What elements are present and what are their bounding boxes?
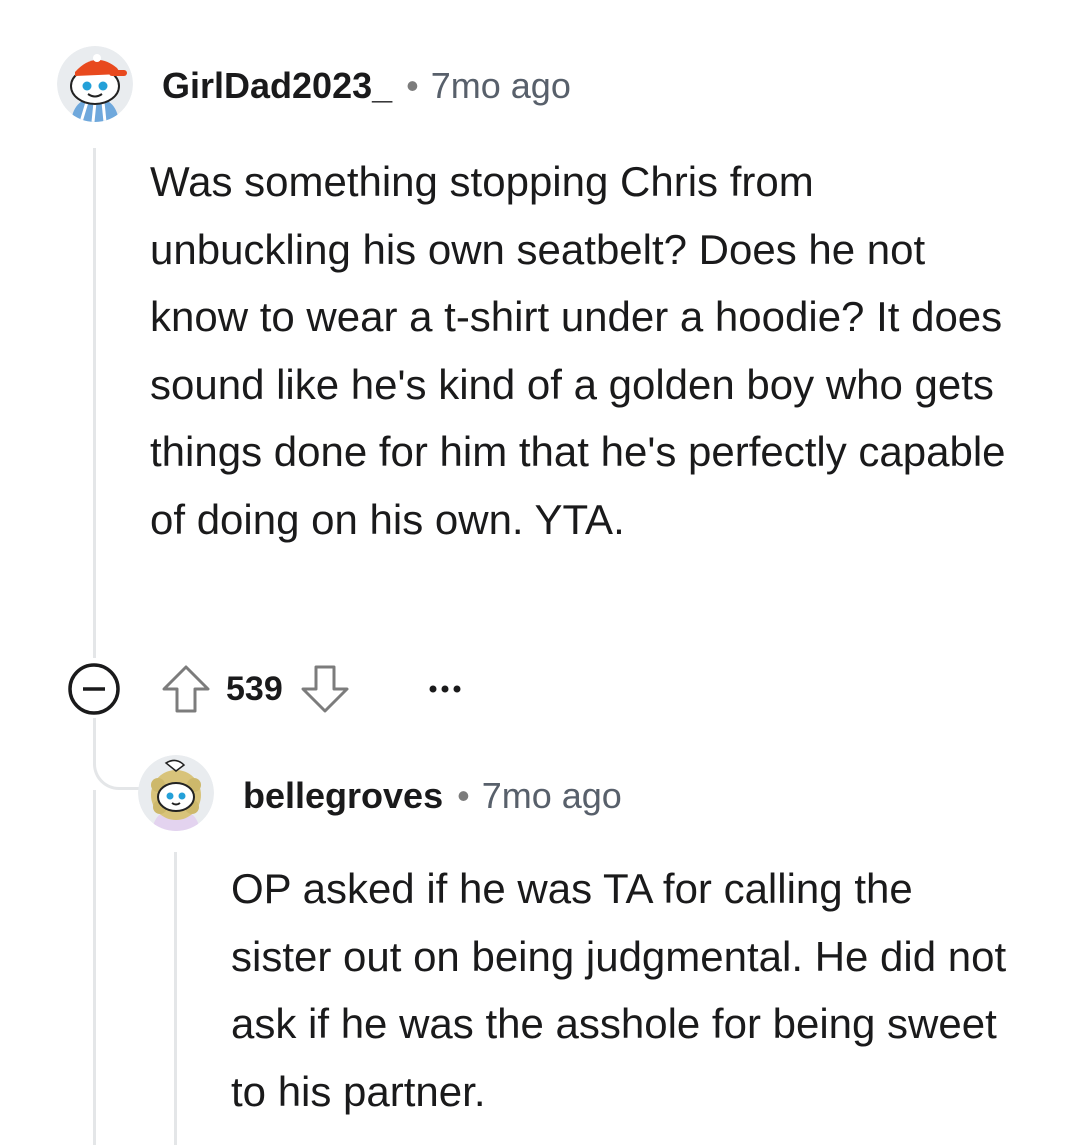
upvote-arrow-icon xyxy=(162,665,210,713)
thread-line-connector xyxy=(93,718,141,790)
more-dots-icon xyxy=(429,685,461,693)
snoo-avatar-icon xyxy=(57,46,133,122)
comment-username[interactable]: GirlDad2023_ xyxy=(162,65,392,107)
collapse-button[interactable] xyxy=(66,661,122,717)
reply-user-avatar[interactable] xyxy=(138,755,214,831)
vote-score: 539 xyxy=(226,669,283,708)
snoo-avatar-icon xyxy=(138,755,214,831)
reply-timestamp[interactable]: 7mo ago xyxy=(482,775,622,817)
reply-body: OP asked if he was TA for calling the si… xyxy=(231,865,1007,1115)
comment-meta: GirlDad2023_ • 7mo ago xyxy=(162,65,571,107)
comment-actions: 539 xyxy=(66,663,465,715)
downvote-button[interactable] xyxy=(299,663,351,715)
thread-line-outer xyxy=(93,790,96,1145)
thread-line-main[interactable] xyxy=(93,148,96,658)
minus-circle-icon xyxy=(68,663,120,715)
downvote-arrow-icon xyxy=(301,665,349,713)
user-avatar[interactable] xyxy=(57,46,133,122)
thread-line-reply[interactable] xyxy=(174,852,177,1145)
meta-separator: • xyxy=(406,65,419,106)
comment-timestamp[interactable]: 7mo ago xyxy=(431,65,571,107)
reply-username[interactable]: bellegroves xyxy=(243,775,443,817)
more-options-button[interactable] xyxy=(425,679,465,699)
comment-body: Was something stopping Chris from unbuck… xyxy=(150,158,1006,543)
reply-meta: bellegroves • 7mo ago xyxy=(243,775,622,817)
meta-separator: • xyxy=(457,775,470,816)
upvote-button[interactable] xyxy=(160,663,212,715)
